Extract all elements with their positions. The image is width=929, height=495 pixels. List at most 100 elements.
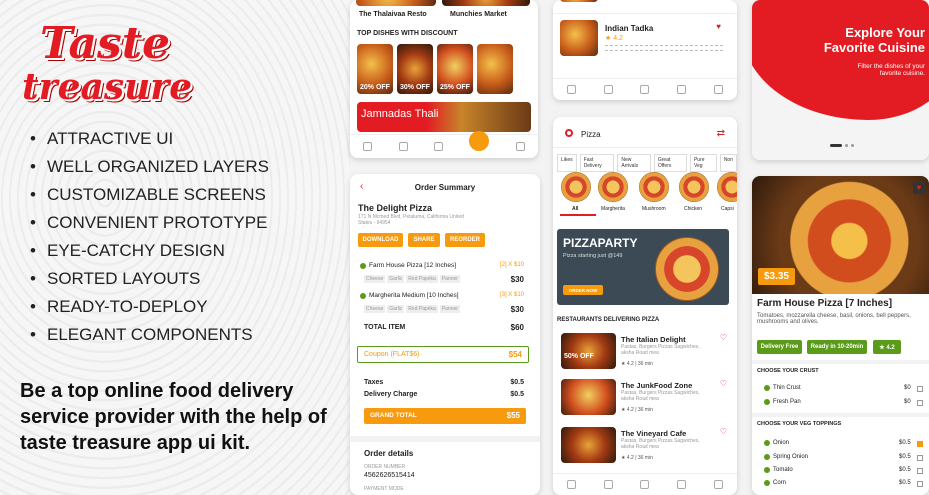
product-detail-screen: ♥ $3.35 Farm House Pizza [7 Inches] Toma… [752, 176, 929, 495]
feature-item: • SORTED LAYOUTS [30, 269, 201, 288]
restaurant-name[interactable]: Munchies Market [450, 11, 507, 18]
checkbox[interactable] [917, 441, 923, 447]
bag-icon[interactable] [640, 85, 650, 94]
topping-price: $0.5 [899, 467, 911, 473]
checkbox[interactable] [917, 386, 923, 392]
banner[interactable]: Jamnadas Thali [357, 102, 531, 132]
section-title: TOP DISHES WITH DISCOUNT [357, 30, 458, 37]
pizza-type-label[interactable]: Chicken [684, 206, 702, 212]
filter-chip[interactable]: Non [719, 154, 737, 172]
filter-chip[interactable]: Pure Veg [689, 154, 717, 172]
home-icon[interactable] [363, 142, 373, 151]
topping-option[interactable]: Spring Onion [764, 454, 808, 460]
product-desc: Tomatoes, mozzarella cheese, basil, onio… [757, 313, 911, 325]
discount-dish[interactable]: 25% OFF [437, 44, 473, 94]
heart-icon[interactable]: ♡ [720, 333, 727, 342]
pizza-type-image[interactable] [561, 172, 591, 202]
search-input[interactable]: Pizza [581, 130, 601, 139]
tagline: Be a top online food delivery service pr… [20, 380, 327, 454]
checkbox[interactable] [917, 400, 923, 406]
topping-option[interactable]: Tomato [764, 467, 793, 473]
order-number: 4562626515414 [364, 472, 415, 479]
restaurant-meta: ★ 4.2 | 36 min [621, 407, 653, 413]
heart-icon[interactable] [398, 142, 408, 151]
veg-icon [360, 262, 366, 269]
reorder-button[interactable]: REORDER [445, 233, 485, 247]
restaurant-image[interactable]: 50% OFF [561, 333, 616, 369]
crust-title: CHOOSE YOUR CRUST [757, 368, 819, 374]
pizza-type-image[interactable] [598, 172, 628, 202]
payment-mode-label: PAYMENT MODE [364, 486, 404, 492]
promo-banner[interactable]: PIZZAPARTY Pizza starting just @149 ORDE… [557, 229, 729, 305]
restaurant-name[interactable]: The JunkFood Zone [621, 381, 692, 390]
discount-dish[interactable] [477, 44, 513, 94]
product-name: Farm House Pizza [7 Inches] [757, 298, 893, 309]
bag-icon[interactable] [433, 142, 443, 151]
search-icon[interactable] [565, 129, 573, 137]
profile-icon[interactable] [714, 480, 724, 489]
item-tags: Cheese Garlic Red Paprika Panner [364, 275, 460, 283]
heart-icon[interactable] [603, 480, 613, 489]
filter-chips: Likes Fast Delivery New Arrivals Great O… [557, 154, 737, 172]
restaurant-desc: Pastas, Burgers Pizzas Sagwiches, aksha … [621, 344, 700, 356]
favorites-screen: Indian Tadka ★ 4.2 ♥ [553, 0, 737, 100]
bag-icon[interactable] [640, 480, 650, 489]
heart-icon[interactable] [603, 85, 613, 94]
dish-image[interactable] [560, 0, 598, 2]
dashed-line [605, 50, 723, 51]
center-action-icon[interactable] [469, 130, 490, 151]
crust-option[interactable]: Fresh Pan [764, 399, 801, 405]
filter-chip[interactable]: New Arrivals [617, 154, 651, 172]
pizza-type-label[interactable]: Mushroom [642, 206, 666, 212]
filter-chip[interactable]: Likes [557, 154, 577, 172]
profile-icon[interactable] [515, 142, 525, 151]
restaurant-image[interactable] [561, 427, 616, 463]
discount-dish[interactable]: 20% OFF [357, 44, 393, 94]
restaurant-meta: ★ 4.2 | 36 min [621, 361, 653, 367]
checkbox[interactable] [917, 481, 923, 487]
heart-icon[interactable]: ♡ [720, 427, 727, 436]
checkbox[interactable] [917, 468, 923, 474]
filter-chip[interactable]: Fast Delivery [579, 154, 615, 172]
filter-icon[interactable]: ⇄ [717, 128, 725, 139]
share-button[interactable]: SHARE [408, 233, 440, 247]
pizza-type-image[interactable] [639, 172, 669, 202]
filter-chip[interactable]: Great Offers [653, 154, 687, 172]
pizza-type-label[interactable]: Margherita [601, 206, 625, 212]
dish-image[interactable] [560, 20, 598, 56]
total-item-label: TOTAL ITEM [364, 324, 406, 331]
feature-item: • EYE-CATCHY DESIGN [30, 241, 225, 260]
restaurant-image[interactable] [356, 0, 436, 6]
pizza-type-label[interactable]: All [572, 206, 578, 212]
restaurant-name[interactable]: The Thalaivaa Resto [359, 11, 427, 18]
pizza-type-label[interactable]: Capsi [721, 206, 734, 212]
heart-icon[interactable]: ♡ [720, 379, 727, 388]
restaurant-name[interactable]: The Italian Delight [621, 335, 686, 344]
download-button[interactable]: DOWNLOAD [358, 233, 403, 247]
crust-option[interactable]: Thin Crust [764, 385, 801, 391]
topping-option[interactable]: Onion [764, 440, 789, 446]
offer-icon[interactable] [677, 480, 687, 489]
profile-icon[interactable] [714, 85, 724, 94]
heart-icon[interactable]: ♥ [716, 22, 721, 31]
restaurant-image[interactable] [561, 379, 616, 415]
order-now-button[interactable]: ORDER NOW [563, 285, 603, 295]
restaurant-image[interactable] [442, 0, 530, 6]
divider [752, 413, 929, 417]
pizza-type-image[interactable] [717, 172, 737, 202]
topping-price: $0.5 [899, 454, 911, 460]
coupon-box[interactable]: Coupon (FLAT$6) $54 [357, 346, 529, 363]
checkbox[interactable] [917, 455, 923, 461]
home-icon[interactable] [566, 480, 576, 489]
topping-option[interactable]: Corn [764, 480, 786, 486]
pizza-type-image[interactable] [679, 172, 709, 202]
restaurant-name[interactable]: The Vineyard Cafe [621, 429, 686, 438]
feature-item: • CONVENIENT PROTOTYPE [30, 213, 268, 232]
discount-dish[interactable]: 30% OFF [397, 44, 433, 94]
offer-icon[interactable] [677, 85, 687, 94]
order-number-label: ORDER NUMBER [364, 464, 406, 470]
home-icon[interactable] [566, 85, 576, 94]
order-item: Margherita Medium [10 Inches] [360, 292, 459, 299]
dish-name[interactable]: Indian Tadka [605, 24, 653, 33]
heart-icon[interactable]: ♥ [913, 182, 925, 194]
